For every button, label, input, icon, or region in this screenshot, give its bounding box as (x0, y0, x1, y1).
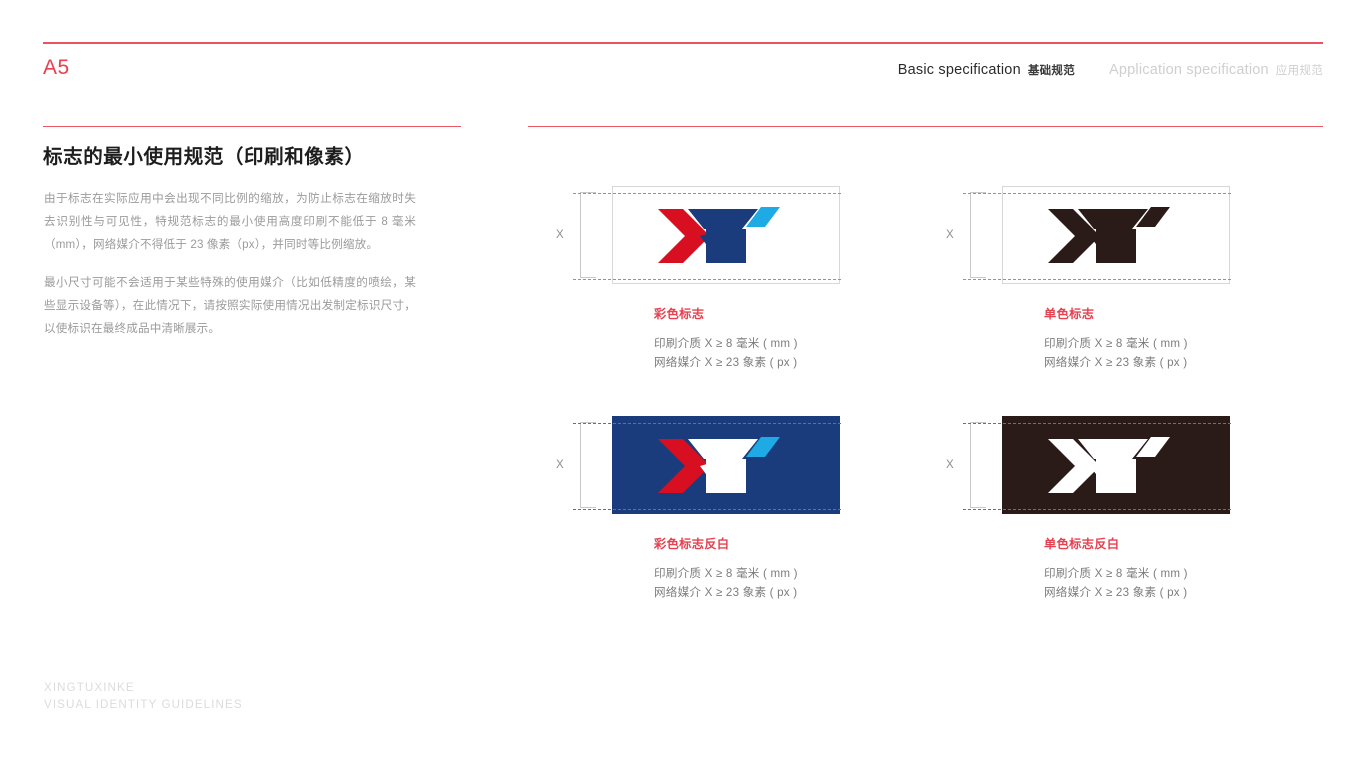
page-code: A5 (43, 56, 70, 79)
logo-frame (573, 416, 841, 514)
footer-brand-name: XINGTUXINKE (44, 681, 135, 694)
bracket-shape (970, 422, 986, 508)
logo-mono-reversed (1003, 423, 1231, 509)
nav-item-basic-specification-cn: 基础规范 (1027, 65, 1076, 77)
caption-web-spec: 网络媒介 X ≥ 23 象素 ( px ) (654, 586, 798, 600)
logo-frame (963, 416, 1231, 514)
specimen-caption: 单色标志 印刷介质 X ≥ 8 毫米 ( mm ) 网络媒介 X ≥ 23 象素… (1044, 304, 1304, 372)
logo-frame (963, 186, 1231, 284)
logo-mono (1003, 193, 1231, 279)
xt-logo-mono-reversed-icon (1048, 437, 1170, 493)
bracket-shape (580, 422, 596, 508)
caption-title: 单色标志反白 (1044, 537, 1120, 551)
measure-label-x: X (556, 459, 564, 471)
caption-print-spec: 印刷介质 X ≥ 8 毫米 ( mm ) (654, 567, 798, 580)
header-top-rule (43, 42, 1323, 44)
guide-line-bottom (573, 279, 841, 280)
logo-specimen-grid: X 彩色标志 印刷介质 X ≥ 8 毫米 (mm) 网络媒介 X ≥ 23 … (556, 186, 1316, 646)
height-measure-bracket: X (946, 422, 1002, 508)
caption-print-spec: 印刷介质 X ≥ 8 毫米 ( mm ) (1044, 567, 1188, 580)
footer: XINGTUXINKE VISUAL IDENTITY GUIDELINES (44, 680, 243, 714)
specimen-caption: 彩色标志反白 印刷介质 X ≥ 8 毫米 ( mm ) 网络媒介 X ≥ 23 … (654, 534, 914, 602)
measure-label-x: X (946, 229, 954, 241)
caption-print-spec: 印刷介质 X ≥ 8 毫米 ( mm ) (1044, 337, 1188, 350)
body-paragraph-1: 由于标志在实际应用中会出现不同比例的缩放，为防止标志在缩放时失去识别性与可见性，… (44, 192, 416, 252)
logo-color (613, 193, 841, 279)
caption-print-spec: 印刷介质 X ≥ 8 毫米 ( mm ) (654, 337, 798, 350)
bracket-shape (970, 192, 986, 278)
specimen-caption: 单色标志反白 印刷介质 X ≥ 8 毫米 ( mm ) 网络媒介 X ≥ 23 … (1044, 534, 1304, 602)
brand-guidelines-page: A5 Basic specification 基础规范 Application … (0, 0, 1366, 768)
caption-web-spec: 网络媒介 X ≥ 23 象素 ( px ) (654, 356, 798, 370)
xt-logo-color-icon (658, 207, 780, 263)
specimen-row-2: X 彩色标志反白 印刷介质 X ≥ 8 毫米 (mm) 网络媒介 X ≥ 2… (556, 416, 1316, 646)
xt-logo-mono-icon (1048, 207, 1170, 263)
height-measure-bracket: X (556, 422, 612, 508)
specimen-row-1: X 彩色标志 印刷介质 X ≥ 8 毫米 (mm) 网络媒介 X ≥ 23 … (556, 186, 1316, 416)
height-measure-bracket: X (946, 192, 1002, 278)
xt-logo-color-reversed-icon (658, 437, 780, 493)
nav-item-basic-specification-en: Basic specification (897, 62, 1021, 78)
measure-label-x: X (556, 229, 564, 241)
caption-title: 单色标志 (1044, 307, 1095, 321)
bracket-shape (580, 192, 596, 278)
page-title: 标志的最小使用规范（印刷和像素） (43, 146, 365, 168)
section-nav: Basic specification 基础规范 Application spe… (898, 62, 1323, 78)
specimen-caption: 彩色标志 印刷介质 X ≥ 8 毫米 ( mm ) 网络媒介 X ≥ 23 象素… (654, 304, 914, 372)
guide-line-bottom (963, 509, 1231, 510)
footer-document-title: VISUAL IDENTITY GUIDELINES (44, 697, 243, 711)
logo-color-reversed (613, 423, 841, 509)
nav-item-application-specification[interactable]: Application specification 应用规范 (1109, 62, 1323, 78)
guide-line-bottom (963, 279, 1231, 280)
measure-label-x: X (946, 459, 954, 471)
nav-item-basic-specification[interactable]: Basic specification 基础规范 (898, 62, 1075, 78)
nav-item-application-specification-cn: 应用规范 (1275, 65, 1323, 77)
nav-item-application-specification-en: Application specification (1109, 62, 1269, 78)
caption-title: 彩色标志反白 (654, 537, 730, 551)
caption-web-spec: 网络媒介 X ≥ 23 象素 ( px ) (1044, 586, 1188, 600)
logo-frame (573, 186, 841, 284)
caption-web-spec: 网络媒介 X ≥ 23 象素 ( px ) (1044, 356, 1188, 370)
body-paragraph-2: 最小尺寸可能不会适用于某些特殊的使用媒介（比如低精度的喷绘，某些显示设备等），在… (44, 276, 416, 336)
height-measure-bracket: X (556, 192, 612, 278)
guide-line-bottom (573, 509, 841, 510)
subheader-rule-left (43, 126, 461, 128)
subheader-rule-right (528, 126, 1323, 128)
caption-title: 彩色标志 (654, 307, 705, 321)
